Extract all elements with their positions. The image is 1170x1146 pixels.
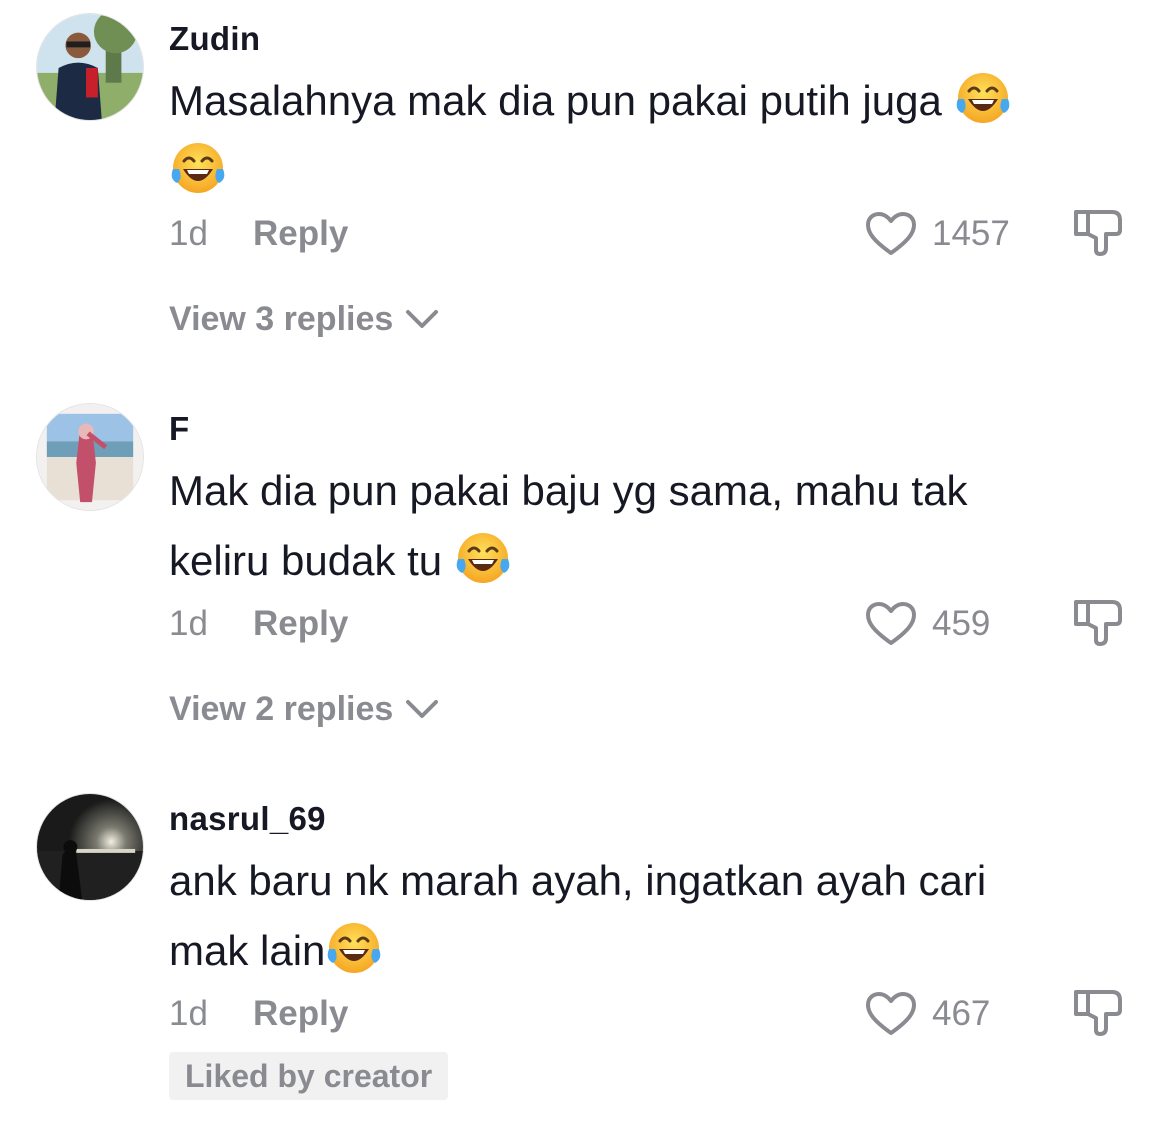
like-count: 1457 [932, 214, 1010, 253]
comment-time: 1d [169, 604, 208, 643]
comment-item: nasrul_69 ank baru nk marah ayah, ingatk… [0, 780, 1170, 1146]
comment-body: Masalahnya mak dia pun pakai putih juga [169, 77, 942, 124]
view-replies-button[interactable]: View 3 replies [169, 298, 439, 340]
chevron-down-icon [406, 310, 439, 328]
tears-of-joy-emoji-icon [325, 919, 383, 977]
username[interactable]: Zudin [169, 20, 260, 58]
tears-of-joy-emoji-icon [454, 529, 512, 587]
like-button[interactable]: 459 [864, 602, 990, 646]
comment-time: 1d [169, 214, 208, 253]
comment-body: Mak dia pun pakai baju yg sama, mahu tak… [169, 467, 968, 584]
username[interactable]: nasrul_69 [169, 800, 326, 838]
avatar-image [37, 794, 143, 900]
comment-meta: 1d Reply [169, 992, 348, 1036]
liked-by-creator-badge: Liked by creator [169, 1052, 449, 1100]
reply-button[interactable]: Reply [253, 214, 348, 254]
reply-button[interactable]: Reply [253, 994, 348, 1034]
view-replies-button[interactable]: View 2 replies [169, 688, 439, 730]
comment-text: Masalahnya mak dia pun pakai putih juga [169, 66, 1029, 206]
avatar[interactable] [36, 793, 144, 901]
comment-text: Mak dia pun pakai baju yg sama, mahu tak… [169, 456, 1029, 596]
thumbs-down-outline-icon[interactable] [1072, 206, 1124, 258]
comment-meta: 1d Reply [169, 212, 348, 256]
comment-item: Zudin Masalahnya mak dia pun pakai putih… [0, 0, 1170, 360]
comment-text: ank baru nk marah ayah, ingatkan ayah ca… [169, 846, 1029, 986]
avatar[interactable] [36, 403, 144, 511]
like-button[interactable]: 467 [864, 992, 990, 1036]
tears-of-joy-emoji-icon [169, 139, 227, 197]
heart-outline-icon [866, 992, 916, 1035]
thumbs-down-outline-icon[interactable] [1072, 596, 1124, 648]
view-replies-label: View 2 replies [169, 689, 394, 728]
view-replies-label: View 3 replies [169, 299, 394, 338]
reply-button[interactable]: Reply [253, 604, 348, 644]
chevron-down-icon [406, 700, 439, 718]
avatar-image [37, 14, 143, 120]
comment-time: 1d [169, 994, 208, 1033]
tears-of-joy-emoji-icon [954, 69, 1012, 127]
comment-item: F Mak dia pun pakai baju yg sama, mahu t… [0, 390, 1170, 750]
comment-body: ank baru nk marah ayah, ingatkan ayah ca… [169, 857, 987, 974]
username[interactable]: F [169, 410, 189, 448]
heart-outline-icon [866, 602, 916, 645]
like-button[interactable]: 1457 [864, 212, 1010, 256]
comment-meta: 1d Reply [169, 602, 348, 646]
avatar[interactable] [36, 13, 144, 121]
heart-outline-icon [866, 212, 916, 255]
like-count: 467 [932, 994, 991, 1033]
like-count: 459 [932, 604, 991, 643]
avatar-image [37, 404, 143, 510]
thumbs-down-outline-icon[interactable] [1072, 986, 1124, 1038]
